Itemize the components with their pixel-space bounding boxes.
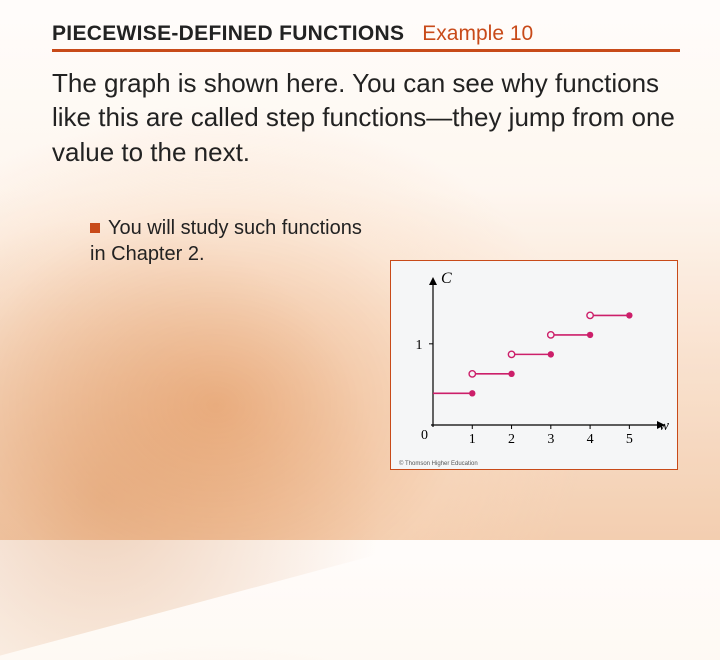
slide-header: PIECEWISE-DEFINED FUNCTIONS Example 10 (52, 22, 680, 52)
figure-copyright: © Thomson Higher Education (399, 461, 478, 467)
sub-bullet-text: You will study such functions in Chapter… (90, 217, 362, 265)
svg-text:1: 1 (469, 432, 476, 447)
body-paragraph: The graph is shown here. You can see why… (52, 66, 680, 169)
header-title: PIECEWISE-DEFINED FUNCTIONS (52, 22, 404, 46)
svg-text:5: 5 (626, 432, 633, 447)
svg-text:1: 1 (416, 338, 423, 353)
svg-text:w: w (659, 418, 669, 434)
svg-text:0: 0 (421, 428, 428, 443)
svg-text:C: C (441, 270, 452, 287)
sub-bullet-row: You will study such functions in Chapter… (90, 215, 370, 267)
chart-svg: Cw 0 1 1 2 3 4 5 (395, 269, 673, 459)
svg-text:4: 4 (587, 432, 594, 447)
svg-text:2: 2 (508, 432, 515, 447)
svg-text:3: 3 (547, 432, 554, 447)
header-example: Example 10 (422, 22, 533, 46)
step-function-figure: Cw 0 1 1 2 3 4 5 © Thomson Higher Education (390, 260, 678, 470)
square-bullet-icon (90, 223, 100, 233)
